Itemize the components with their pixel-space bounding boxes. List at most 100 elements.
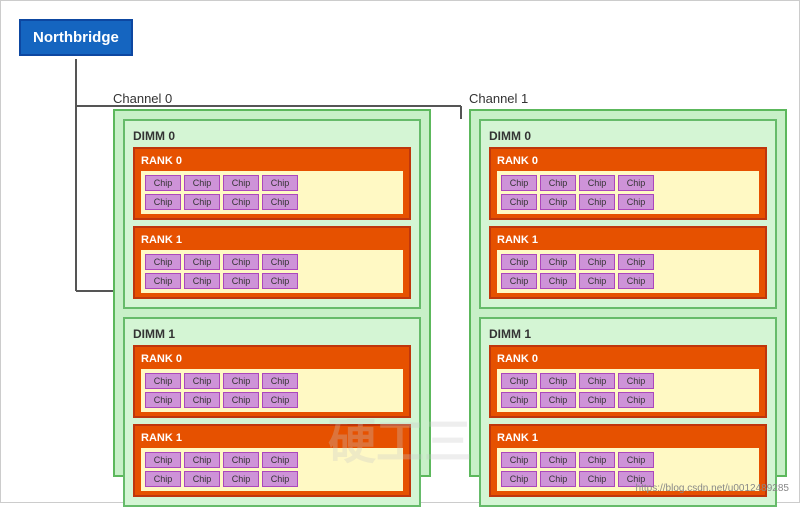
channel0-dimm1-rank1-label: RANK 1: [141, 432, 403, 444]
chip: Chip: [579, 254, 615, 270]
chip: Chip: [579, 273, 615, 289]
chip: Chip: [184, 452, 220, 468]
channel1-dimm1-rank1-label: RANK 1: [497, 432, 759, 444]
channel0-dimm1-rank1: RANK 1 Chip Chip Chip Chip Chip Chip Chi…: [133, 424, 411, 497]
chip-row: Chip Chip Chip Chip: [501, 194, 755, 210]
chip: Chip: [145, 175, 181, 191]
chip: Chip: [262, 373, 298, 389]
chip-row: Chip Chip Chip Chip: [145, 254, 399, 270]
channel0-dimm0-label: DIMM 0: [133, 129, 411, 143]
chip-rows: Chip Chip Chip Chip Chip Chip Chip Chip: [497, 171, 759, 214]
chip: Chip: [501, 392, 537, 408]
chip: Chip: [540, 273, 576, 289]
chip-row: Chip Chip Chip Chip: [145, 452, 399, 468]
chip: Chip: [618, 194, 654, 210]
chip: Chip: [540, 194, 576, 210]
channel0-container: DIMM 0 RANK 0 Chip Chip Chip Chip Chip C…: [113, 109, 431, 477]
chip: Chip: [501, 254, 537, 270]
chip: Chip: [579, 471, 615, 487]
chip: Chip: [540, 452, 576, 468]
chip-rows: Chip Chip Chip Chip Chip Chip Chip Chip: [497, 369, 759, 412]
chip-rows: Chip Chip Chip Chip Chip Chip Chip Chip: [141, 250, 403, 293]
chip: Chip: [540, 392, 576, 408]
chip-row: Chip Chip Chip Chip: [501, 373, 755, 389]
northbridge-box: Northbridge: [19, 19, 133, 56]
chip-row: Chip Chip Chip Chip: [501, 175, 755, 191]
chip-rows: Chip Chip Chip Chip Chip Chip Chip Chip: [497, 250, 759, 293]
chip: Chip: [262, 194, 298, 210]
chip: Chip: [540, 373, 576, 389]
chip: Chip: [223, 373, 259, 389]
channel1-container: DIMM 0 RANK 0 Chip Chip Chip Chip Chip C…: [469, 109, 787, 477]
chip: Chip: [145, 254, 181, 270]
chip: Chip: [145, 452, 181, 468]
chip: Chip: [145, 273, 181, 289]
channel0-dimm0-rank0-label: RANK 0: [141, 155, 403, 167]
chip: Chip: [223, 273, 259, 289]
channel1-dimm1: DIMM 1 RANK 0 Chip Chip Chip Chip Chip C…: [479, 317, 777, 507]
channel0-dimm0-rank0: RANK 0 Chip Chip Chip Chip Chip Chip Chi…: [133, 147, 411, 220]
chip-rows: Chip Chip Chip Chip Chip Chip Chip Chip: [141, 171, 403, 214]
chip-rows: Chip Chip Chip Chip Chip Chip Chip Chip: [141, 448, 403, 491]
channel0-dimm1: DIMM 1 RANK 0 Chip Chip Chip Chip Chip C…: [123, 317, 421, 507]
channel1-dimm1-label: DIMM 1: [489, 327, 767, 341]
chip-row: Chip Chip Chip Chip: [501, 254, 755, 270]
channel0-dimm0: DIMM 0 RANK 0 Chip Chip Chip Chip Chip C…: [123, 119, 421, 309]
chip: Chip: [145, 471, 181, 487]
chip: Chip: [223, 175, 259, 191]
chip: Chip: [618, 373, 654, 389]
chip-rows: Chip Chip Chip Chip Chip Chip Chip Chip: [141, 369, 403, 412]
chip: Chip: [184, 392, 220, 408]
chip: Chip: [184, 471, 220, 487]
chip-row: Chip Chip Chip Chip: [145, 471, 399, 487]
channel1-dimm0: DIMM 0 RANK 0 Chip Chip Chip Chip Chip C…: [479, 119, 777, 309]
chip: Chip: [145, 194, 181, 210]
channel1-dimm0-rank0-label: RANK 0: [497, 155, 759, 167]
channel0-dimm0-rank1: RANK 1 Chip Chip Chip Chip Chip Chip Chi…: [133, 226, 411, 299]
channel1-dimm0-rank1-label: RANK 1: [497, 234, 759, 246]
chip-row: Chip Chip Chip Chip: [501, 273, 755, 289]
chip-row: Chip Chip Chip Chip: [501, 452, 755, 468]
chip: Chip: [540, 471, 576, 487]
channel0-dimm1-rank0: RANK 0 Chip Chip Chip Chip Chip Chip Chi…: [133, 345, 411, 418]
channel1-dimm0-label: DIMM 0: [489, 129, 767, 143]
channel0-dimm1-label: DIMM 1: [133, 327, 411, 341]
chip-row: Chip Chip Chip Chip: [145, 373, 399, 389]
channel1-dimm0-rank0: RANK 0 Chip Chip Chip Chip Chip Chip Chi…: [489, 147, 767, 220]
channel0-dimm1-rank0-label: RANK 0: [141, 353, 403, 365]
chip: Chip: [223, 254, 259, 270]
chip: Chip: [184, 373, 220, 389]
chip-row: Chip Chip Chip Chip: [145, 273, 399, 289]
chip: Chip: [223, 471, 259, 487]
chip: Chip: [223, 452, 259, 468]
chip: Chip: [618, 273, 654, 289]
channel1-dimm0-rank1: RANK 1 Chip Chip Chip Chip Chip Chip Chi…: [489, 226, 767, 299]
chip: Chip: [579, 194, 615, 210]
chip-row: Chip Chip Chip Chip: [145, 392, 399, 408]
chip-row: Chip Chip Chip Chip: [501, 392, 755, 408]
chip: Chip: [579, 452, 615, 468]
chip: Chip: [262, 452, 298, 468]
channel1-dimm1-rank0-label: RANK 0: [497, 353, 759, 365]
chip: Chip: [618, 254, 654, 270]
chip: Chip: [501, 175, 537, 191]
main-container: Northbridge Channel 0 DIMM 0 RANK 0: [0, 0, 800, 503]
chip: Chip: [540, 175, 576, 191]
chip: Chip: [223, 194, 259, 210]
chip: Chip: [501, 471, 537, 487]
northbridge-label: Northbridge: [33, 29, 119, 46]
chip: Chip: [501, 273, 537, 289]
channel1-label: Channel 1: [469, 91, 528, 106]
channel1-dimm1-rank0: RANK 0 Chip Chip Chip Chip Chip Chip Chi…: [489, 345, 767, 418]
chip: Chip: [262, 273, 298, 289]
chip: Chip: [223, 392, 259, 408]
chip: Chip: [145, 373, 181, 389]
chip: Chip: [579, 175, 615, 191]
chip: Chip: [262, 175, 298, 191]
chip: Chip: [145, 392, 181, 408]
chip: Chip: [184, 254, 220, 270]
chip: Chip: [618, 452, 654, 468]
chip: Chip: [579, 373, 615, 389]
chip: Chip: [579, 392, 615, 408]
chip: Chip: [618, 392, 654, 408]
